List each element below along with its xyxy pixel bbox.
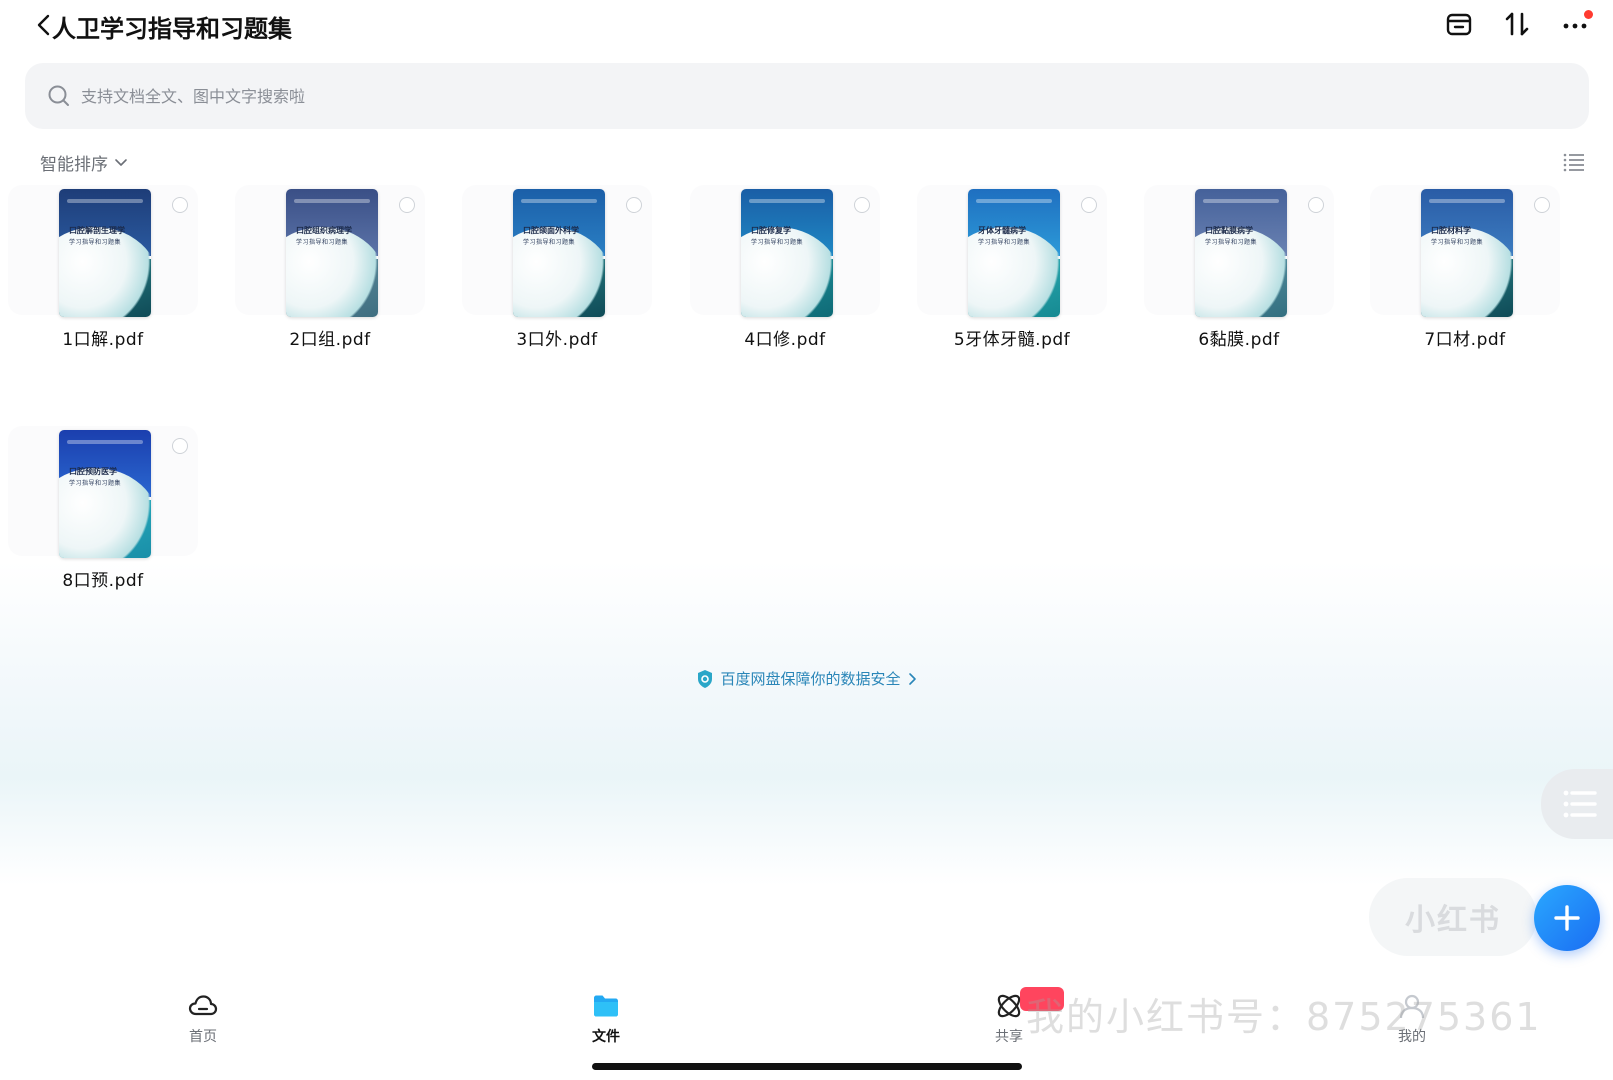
pdf-cover-thumbnail: 口腔颌面外科学 学习指导和习题集 xyxy=(513,189,605,317)
cover-band xyxy=(976,199,1052,203)
file-name: 8口预.pdf xyxy=(62,571,144,591)
sort-dropdown[interactable]: 智能排序 xyxy=(40,150,128,175)
pdf-cover-thumbnail: 口腔组织病理学 学习指导和习题集 xyxy=(286,189,378,317)
pdf-cover-thumbnail: 口腔修复学 学习指导和习题集 xyxy=(741,189,833,317)
select-checkbox[interactable] xyxy=(1308,197,1324,213)
watermark-text: 我的小红书号：875275361 xyxy=(1026,995,1542,1039)
select-checkbox[interactable] xyxy=(1534,197,1550,213)
cover-band xyxy=(749,199,825,203)
file-name: 3口外.pdf xyxy=(516,330,598,350)
file-card[interactable]: 口腔组织病理学 学习指导和习题集 2口组.pdf xyxy=(235,185,425,417)
tab-home[interactable]: 首页 xyxy=(143,990,263,1046)
cover-subtitle: 学习指导和习题集 xyxy=(978,239,1031,246)
top-bar: 人卫学习指导和习题集 xyxy=(0,0,1613,56)
back-chevron-icon[interactable] xyxy=(34,10,54,40)
more-menu-button[interactable] xyxy=(1559,8,1593,40)
cover-subtitle: 学习指导和习题集 xyxy=(69,480,122,487)
pdf-cover-thumbnail: 口腔预防医学 学习指导和习题集 xyxy=(59,430,151,558)
file-name: 7口材.pdf xyxy=(1424,330,1506,350)
file-name: 1口解.pdf xyxy=(62,330,144,350)
cover-title: 口腔材料学 xyxy=(1431,226,1471,235)
cover-title: 口腔解剖生理学 xyxy=(69,226,125,235)
notification-dot xyxy=(1584,10,1593,19)
watermark-logo-text: 小红书 xyxy=(1405,903,1501,938)
file-card[interactable]: 口腔修复学 学习指导和习题集 4口修.pdf xyxy=(690,185,880,417)
file-name: 4口修.pdf xyxy=(744,330,826,350)
cover-subtitle: 学习指导和习题集 xyxy=(296,239,349,246)
tab-label: 首页 xyxy=(189,1029,217,1045)
pdf-cover-thumbnail: 牙体牙髓病学 学习指导和习题集 xyxy=(968,189,1060,317)
list-menu-icon xyxy=(1563,790,1597,818)
select-checkbox[interactable] xyxy=(172,197,188,213)
pdf-cover-thumbnail: 口腔解剖生理学 学习指导和习题集 xyxy=(59,189,151,317)
security-banner-text: 百度网盘保障你的数据安全 xyxy=(720,670,901,688)
cover-title: 口腔预防医学 xyxy=(69,467,117,476)
cover-title: 口腔修复学 xyxy=(751,226,791,235)
page-title: 人卫学习指导和习题集 xyxy=(52,15,292,43)
select-checkbox[interactable] xyxy=(1081,197,1097,213)
file-card[interactable]: 口腔颌面外科学 学习指导和习题集 3口外.pdf xyxy=(462,185,652,417)
file-card[interactable]: 口腔材料学 学习指导和习题集 7口材.pdf xyxy=(1370,185,1560,417)
home-indicator xyxy=(592,1063,1022,1070)
top-actions xyxy=(1443,8,1593,40)
tab-files[interactable]: 文件 xyxy=(546,990,666,1046)
cover-subtitle: 学习指导和习题集 xyxy=(1431,239,1484,246)
cover-subtitle: 学习指导和习题集 xyxy=(523,239,576,246)
file-name: 5牙体牙髓.pdf xyxy=(953,330,1071,350)
shield-icon xyxy=(698,669,713,688)
select-checkbox[interactable] xyxy=(399,197,415,213)
select-checkbox[interactable] xyxy=(172,438,188,454)
file-name: 6黏膜.pdf xyxy=(1198,330,1280,350)
cover-subtitle: 学习指导和习题集 xyxy=(751,239,804,246)
add-button[interactable] xyxy=(1534,885,1600,951)
archive-box-icon[interactable] xyxy=(1443,8,1475,40)
folder-icon xyxy=(594,995,618,1017)
cover-title: 口腔黏膜病学 xyxy=(1205,226,1253,235)
cover-band xyxy=(521,199,597,203)
select-checkbox[interactable] xyxy=(854,197,870,213)
security-banner-link[interactable]: 百度网盘保障你的数据安全 xyxy=(0,668,1613,689)
chevron-down-icon xyxy=(115,158,127,166)
file-card[interactable]: 口腔预防医学 学习指导和习题集 8口预.pdf xyxy=(8,426,198,658)
file-card[interactable]: 口腔黏膜病学 学习指导和习题集 6黏膜.pdf xyxy=(1144,185,1334,417)
cover-band xyxy=(67,199,143,203)
list-view-icon[interactable] xyxy=(1563,152,1585,172)
search-input[interactable] xyxy=(81,86,1481,106)
sort-label: 智能排序 xyxy=(40,155,108,175)
cover-title: 牙体牙髓病学 xyxy=(978,226,1026,235)
pdf-cover-thumbnail: 口腔材料学 学习指导和习题集 xyxy=(1421,189,1513,317)
cloud-icon xyxy=(188,995,218,1016)
cover-band xyxy=(294,199,370,203)
transfer-arrows-icon[interactable] xyxy=(1501,8,1533,40)
cover-band xyxy=(1429,199,1505,203)
tab-label: 文件 xyxy=(592,1029,620,1045)
file-name: 2口组.pdf xyxy=(289,330,371,350)
cover-band xyxy=(67,440,143,444)
search-bar[interactable] xyxy=(25,63,1589,129)
file-card[interactable]: 牙体牙髓病学 学习指导和习题集 5牙体牙髓.pdf xyxy=(917,185,1107,417)
pdf-cover-thumbnail: 口腔黏膜病学 学习指导和习题集 xyxy=(1195,189,1287,317)
search-icon xyxy=(48,85,69,106)
cover-subtitle: 学习指导和习题集 xyxy=(1205,239,1258,246)
side-list-handle[interactable] xyxy=(1541,769,1613,839)
cover-band xyxy=(1203,199,1279,203)
file-card[interactable]: 口腔解剖生理学 学习指导和习题集 1口解.pdf xyxy=(8,185,198,417)
cover-title: 口腔组织病理学 xyxy=(296,226,352,235)
select-checkbox[interactable] xyxy=(626,197,642,213)
plus-icon xyxy=(1554,905,1580,931)
chevron-right-icon xyxy=(908,672,916,685)
watermark-logo: 小红书 xyxy=(1369,878,1537,956)
cover-subtitle: 学习指导和习题集 xyxy=(69,239,122,246)
cover-title: 口腔颌面外科学 xyxy=(523,226,579,235)
